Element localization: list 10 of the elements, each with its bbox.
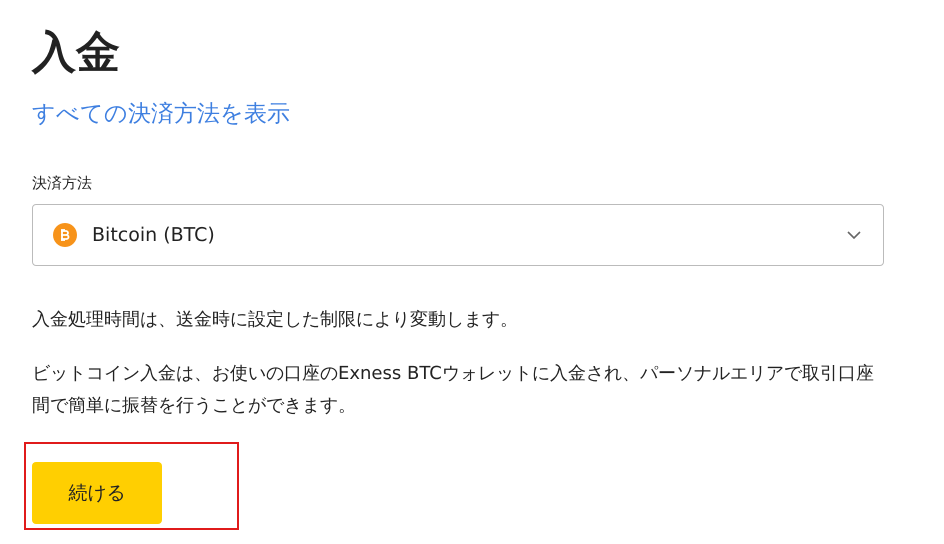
selected-value: Bitcoin (BTC) xyxy=(92,224,216,246)
payment-method-dropdown[interactable]: Bitcoin (BTC) xyxy=(32,204,884,266)
payment-methods-link[interactable]: すべての決済方法を表示 xyxy=(32,98,290,130)
info-text: ビットコイン入金は、お使いの口座のExness BTCウォレットに入金され、パーソナルエリアで取引口座間で簡単に振替を行うことができます。 xyxy=(32,362,875,418)
continue-button[interactable]: 続ける xyxy=(32,462,162,524)
bitcoin-icon xyxy=(53,223,77,247)
field-label: 決済方法 xyxy=(32,173,93,194)
info-text: 入金処理時間は、送金時に設定した制限により変動します。 xyxy=(32,308,519,332)
chevron-down-icon xyxy=(847,231,861,239)
page-title: 入金 xyxy=(32,26,121,80)
